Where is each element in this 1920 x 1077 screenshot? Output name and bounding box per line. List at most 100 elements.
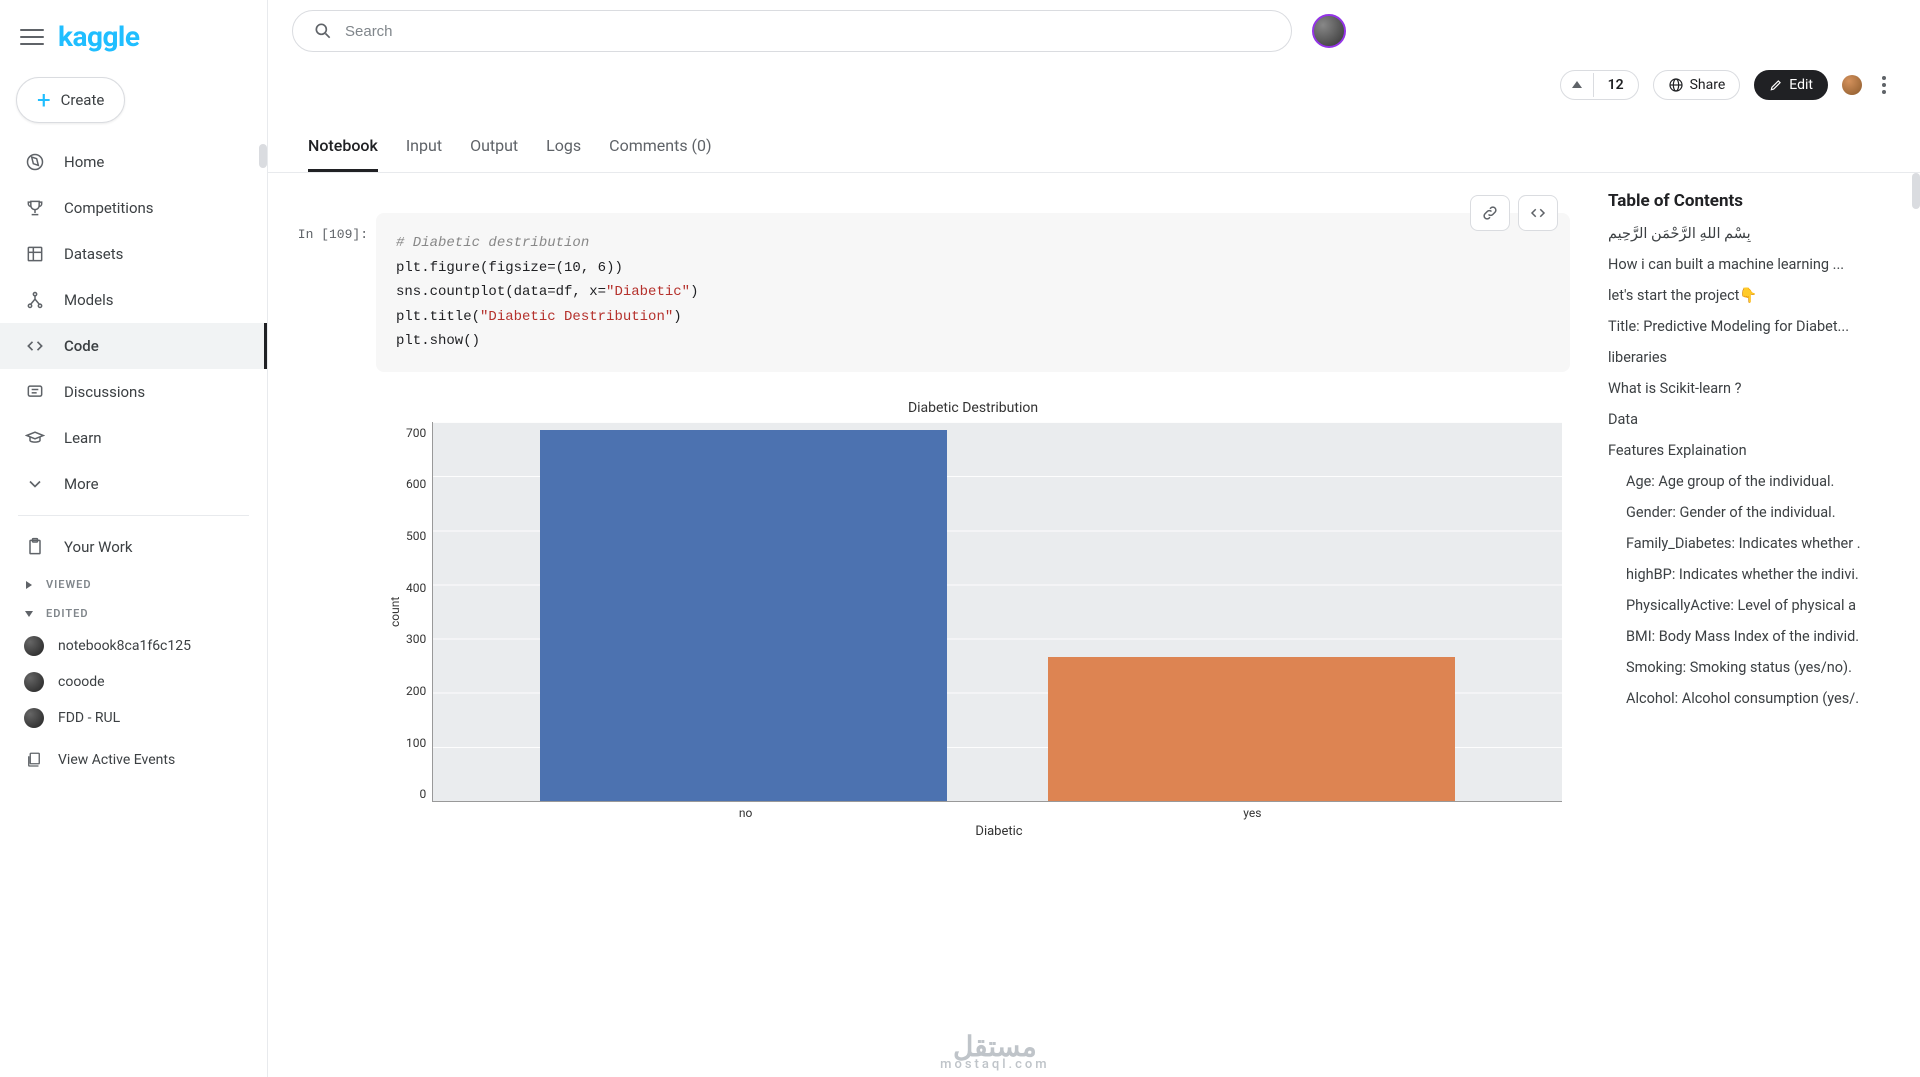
recent-item[interactable]: cooode [0,664,267,700]
nav-label: Your Work [64,538,132,556]
toc-item[interactable]: highBP: Indicates whether the indivi. [1608,566,1908,583]
menu-icon[interactable] [20,25,44,49]
edit-label: Edit [1789,77,1813,93]
content-area: In [109]: # Diabetic destribution plt.fi… [268,173,1920,1077]
toc-item[interactable]: What is Scikit-learn ? [1608,380,1908,397]
tab-input[interactable]: Input [406,126,442,172]
create-button[interactable]: + Create [16,77,125,123]
toc-item[interactable]: let's start the project👇 [1608,287,1908,304]
tab-output[interactable]: Output [470,126,518,172]
toc-item[interactable]: Age: Age group of the individual. [1608,473,1908,490]
nav-label: Models [64,291,113,309]
section-label-text: VIEWED [46,578,92,591]
tab-notebook[interactable]: Notebook [308,126,378,172]
share-button[interactable]: Share [1653,70,1741,100]
nav-models[interactable]: Models [0,277,267,323]
user-avatar[interactable] [1312,14,1346,48]
nav-label: Discussions [64,383,145,401]
topbar [268,0,1920,62]
trophy-icon [24,197,46,219]
logo[interactable]: kaggle [58,20,139,53]
content-scrollbar[interactable] [1910,173,1920,1077]
nav-label: Home [64,153,104,171]
search-input[interactable] [345,23,1271,40]
x-axis-ticks: no yes [436,802,1562,820]
toc-item[interactable]: Data [1608,411,1908,428]
toc-item[interactable]: Features Explaination [1608,442,1908,459]
compass-icon [24,151,46,173]
toc-item[interactable]: Alcohol: Alcohol consumption (yes/. [1608,690,1908,707]
nav-label: More [64,475,99,493]
toc-item[interactable]: بِسْمِ اللهِ الرَّحْمَنِ الرَّحِيمِ [1608,225,1908,242]
action-bar: 12 Share Edit [268,62,1920,104]
nav-label: Code [64,337,99,355]
y-axis-ticks: 700 600 500 400 300 200 100 0 [406,422,432,802]
view-active-events[interactable]: View Active Events [0,742,267,778]
nav-learn[interactable]: Learn [0,415,267,461]
nav-label: Competitions [64,199,154,217]
share-label: Share [1690,77,1726,93]
recent-item[interactable]: notebook8ca1f6c125 [0,628,267,664]
toc-item[interactable]: Smoking: Smoking status (yes/no). [1608,659,1908,676]
toc-item[interactable]: Title: Predictive Modeling for Diabet... [1608,318,1908,335]
nav-competitions[interactable]: Competitions [0,185,267,231]
chart-output: Diabetic Destribution count 700 600 500 … [376,390,1570,847]
nav-home[interactable]: Home [0,139,267,185]
edit-button[interactable]: Edit [1754,70,1828,100]
section-viewed[interactable]: VIEWED [0,570,267,599]
graduation-icon [24,427,46,449]
stack-icon [24,750,44,770]
section-edited[interactable]: EDITED [0,599,267,628]
nav-discussions[interactable]: Discussions [0,369,267,415]
cell-toolbar [1470,195,1558,231]
avatar-icon [24,708,44,728]
collapse-icon [24,609,34,619]
plus-icon: + [37,88,51,112]
toc-item[interactable]: Family_Diabetes: Indicates whether . [1608,535,1908,552]
recent-item[interactable]: FDD - RUL [0,700,267,736]
tab-comments[interactable]: Comments (0) [609,126,711,172]
grid-icon [24,243,46,265]
search-box[interactable] [292,10,1292,52]
sidebar-scrollbar[interactable] [257,0,267,1077]
code-icon [24,335,46,357]
toc-item[interactable]: Gender: Gender of the individual. [1608,504,1908,521]
create-label: Create [61,91,105,109]
search-icon [313,21,333,41]
more-menu[interactable] [1876,76,1892,94]
nav-label: Learn [64,429,102,447]
nav-your-work[interactable]: Your Work [0,524,267,570]
code-block[interactable]: # Diabetic destribution plt.figure(figsi… [376,213,1570,372]
toc-item[interactable]: BMI: Body Mass Index of the individ. [1608,628,1908,645]
nav-more[interactable]: More [0,461,267,507]
view-active-label: View Active Events [58,752,175,768]
vote-count: 12 [1594,71,1638,99]
toc-item[interactable]: How i can built a machine learning ... [1608,256,1908,273]
expand-icon [24,580,34,590]
divider [18,515,249,516]
code-brackets-icon [1529,204,1547,222]
chevron-down-icon [24,473,46,495]
link-icon [1481,204,1499,222]
nav-datasets[interactable]: Datasets [0,231,267,277]
toc-item[interactable]: liberaries [1608,349,1908,366]
cell-prompt: In [109]: [280,213,368,847]
toc-title: Table of Contents [1608,191,1908,211]
main-content: 12 Share Edit Notebook Input Output Logs… [268,0,1920,1077]
nav-code[interactable]: Code [0,323,267,369]
recent-label: cooode [58,674,105,690]
x-axis-label: Diabetic [436,820,1562,839]
cookie-icon[interactable] [1842,75,1862,95]
notebook-panel: In [109]: # Diabetic destribution plt.fi… [268,173,1590,1077]
embed-button[interactable] [1518,195,1558,231]
chat-icon [24,381,46,403]
link-button[interactable] [1470,195,1510,231]
toc-item[interactable]: PhysicallyActive: Level of physical a [1608,597,1908,614]
tab-logs[interactable]: Logs [546,126,581,172]
nav-label: Datasets [64,245,123,263]
table-of-contents: Table of Contents بِسْمِ اللهِ الرَّحْمَ… [1590,173,1920,1077]
plot-area [432,422,1562,802]
upvote-button[interactable] [1561,73,1594,97]
recent-label: notebook8ca1f6c125 [58,638,191,654]
clipboard-icon [24,536,46,558]
